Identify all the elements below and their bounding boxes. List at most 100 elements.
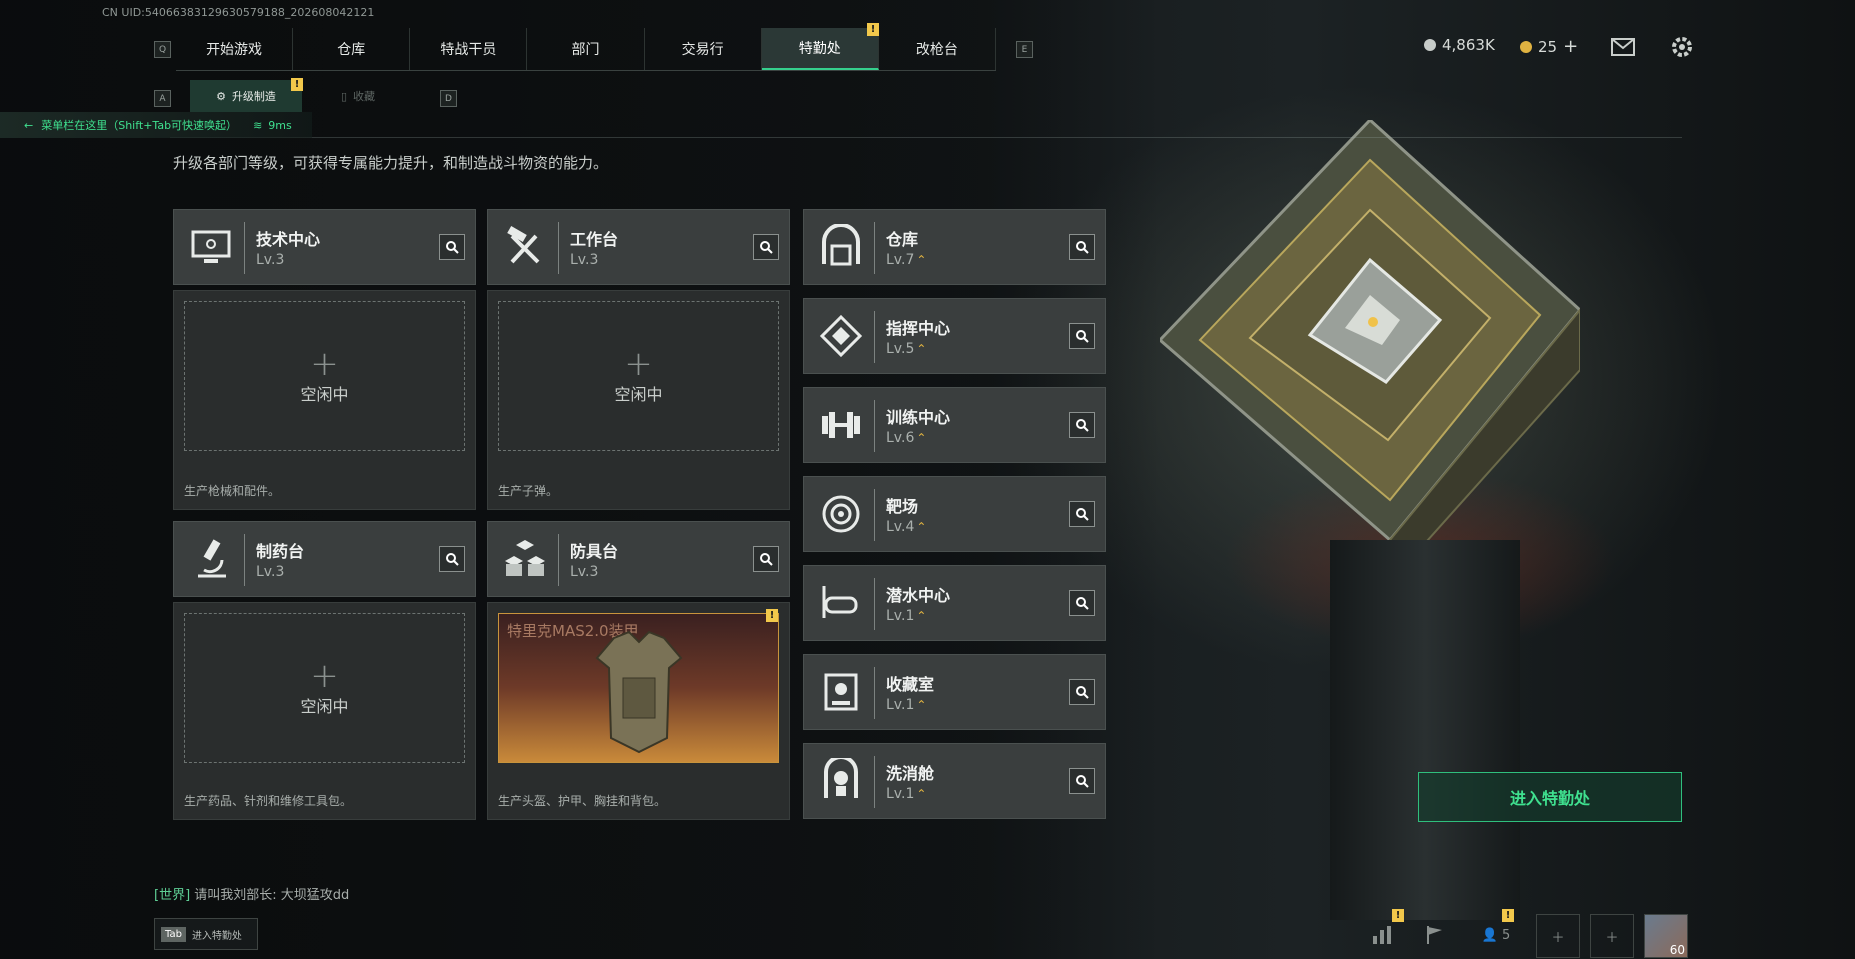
- department-card[interactable]: 收藏室 Lv.1 ⌃: [803, 654, 1106, 730]
- plus-icon: ＋: [1605, 930, 1619, 946]
- subtab-upgrade-craft[interactable]: ⚙ 升级制造: [190, 80, 302, 112]
- production-slot-empty[interactable]: + 空闲中: [184, 613, 465, 763]
- upgrade-arrow-icon: ⌃: [916, 787, 927, 801]
- stats-button[interactable]: !: [1362, 909, 1404, 956]
- currency-coins: 4,863K: [1424, 36, 1495, 54]
- settings-gear-icon[interactable]: [1670, 35, 1694, 59]
- department-level: Lv.1: [886, 608, 915, 624]
- cube-structure-image: [1160, 120, 1580, 540]
- divider: [874, 578, 875, 630]
- frame-line: [170, 137, 1682, 138]
- search-button[interactable]: [1069, 768, 1095, 794]
- tab-key: Tab: [161, 926, 186, 942]
- tab-shortcut-hint[interactable]: Tab 进入特勤处: [154, 918, 258, 950]
- subnav-key-left: A: [154, 90, 171, 107]
- player-avatar[interactable]: 60: [1644, 914, 1688, 958]
- wrench-icon: ⚙: [216, 89, 226, 103]
- divider: [874, 222, 875, 274]
- subnav-key-right: D: [440, 90, 457, 107]
- search-button[interactable]: [1069, 234, 1095, 260]
- tab-warehouse[interactable]: 仓库: [293, 28, 411, 70]
- alert-badge: !: [766, 609, 778, 622]
- add-currency-button[interactable]: +: [1563, 36, 1578, 57]
- department-card[interactable]: 指挥中心 Lv.5 ⌃: [803, 298, 1106, 374]
- subtab-collection[interactable]: ▯ 收藏: [302, 80, 414, 112]
- search-button[interactable]: [439, 234, 465, 260]
- add-slot-button[interactable]: ＋: [1590, 914, 1634, 958]
- department-card[interactable]: 靶场 Lv.4 ⌃: [803, 476, 1106, 552]
- friends-button[interactable]: 👤 5 !: [1466, 909, 1526, 956]
- subtab-label: 收藏: [353, 90, 376, 103]
- upgrade-arrow-icon: ⌃: [916, 431, 927, 445]
- department-card[interactable]: 训练中心 Lv.6 ⌃: [803, 387, 1106, 463]
- search-button[interactable]: [753, 234, 779, 260]
- search-icon: [760, 553, 773, 566]
- production-slot-armor[interactable]: 特里克MAS2.0装甲: [498, 613, 779, 763]
- department-level-row: Lv.1 ⌃: [886, 697, 926, 713]
- slot-status: 空闲中: [614, 385, 663, 404]
- department-name: 防具台: [570, 542, 619, 561]
- tab-market[interactable]: 交易行: [645, 28, 762, 70]
- divider: [874, 667, 875, 719]
- tab-special-ops[interactable]: 特勤处: [761, 28, 879, 70]
- production-description: 生产子弹。: [498, 484, 559, 498]
- department-level: Lv.3: [570, 564, 599, 580]
- page-description: 升级各部门等级，可获得专属能力提升，和制造战斗物资的能力。: [173, 154, 609, 172]
- chat-line: [世界] 请叫我刘部长: 大坝猛攻dd: [154, 884, 349, 903]
- search-button[interactable]: [1069, 679, 1095, 705]
- department-level: Lv.7: [886, 252, 915, 268]
- tab-operators[interactable]: 特战干员: [410, 28, 528, 70]
- command-icon: [819, 314, 863, 358]
- upgrade-arrow-icon: ⌃: [916, 342, 927, 356]
- body-armor-image: [595, 630, 683, 754]
- tab-hint-label: 进入特勤处: [191, 930, 242, 942]
- search-button[interactable]: [753, 546, 779, 572]
- flag-button[interactable]: [1414, 914, 1456, 956]
- search-icon: [446, 241, 459, 254]
- tab-start-game[interactable]: 开始游戏: [176, 28, 294, 70]
- search-button[interactable]: [1069, 590, 1095, 616]
- flag-icon: [1427, 926, 1442, 944]
- department-card[interactable]: 潜水中心 Lv.1 ⌃: [803, 565, 1106, 641]
- add-slot-button[interactable]: ＋: [1536, 914, 1580, 958]
- ping-value: 9ms: [268, 118, 292, 132]
- nav-key-right: E: [1016, 41, 1033, 58]
- department-level: Lv.6: [886, 430, 915, 446]
- plus-icon: ＋: [1551, 930, 1565, 946]
- card-tech-center[interactable]: 技术中心 Lv.3: [173, 209, 476, 285]
- department-name: 洗消舱: [886, 764, 935, 783]
- department-name: 潜水中心: [886, 586, 951, 605]
- premium-value: 25: [1538, 37, 1558, 56]
- search-button[interactable]: [1069, 501, 1095, 527]
- plus-icon: +: [624, 344, 653, 384]
- tab-gunsmith[interactable]: 改枪台: [879, 28, 996, 70]
- wifi-icon: ≋: [253, 118, 263, 132]
- department-name: 技术中心: [256, 230, 321, 249]
- department-level: Lv.5: [886, 341, 915, 357]
- chat-message: 请叫我刘部长: 大坝猛攻dd: [194, 888, 350, 903]
- production-slot-empty[interactable]: + 空闲中: [498, 301, 779, 451]
- diving-mask-icon: [822, 586, 858, 618]
- search-button[interactable]: [439, 546, 465, 572]
- search-button[interactable]: [1069, 323, 1095, 349]
- enter-special-ops-button[interactable]: 进入特勤处: [1418, 772, 1682, 822]
- hazmat-icon: [824, 758, 858, 798]
- collection-icon: ▯: [340, 89, 348, 103]
- background-pillar: [1330, 540, 1520, 920]
- search-button[interactable]: [1069, 412, 1095, 438]
- card-armor-bench[interactable]: 防具台 Lv.3: [487, 521, 790, 597]
- tab-department[interactable]: 部门: [527, 28, 645, 70]
- search-icon: [1076, 775, 1089, 788]
- department-level: Lv.1: [886, 786, 915, 802]
- card-workbench[interactable]: 工作台 Lv.3: [487, 209, 790, 285]
- divider: [874, 400, 875, 452]
- dumbbell-icon: [822, 412, 860, 438]
- mail-icon[interactable]: [1611, 38, 1635, 56]
- department-level: Lv.3: [256, 564, 285, 580]
- card-pharmacy[interactable]: 制药台 Lv.3: [173, 521, 476, 597]
- department-card[interactable]: 洗消舱 Lv.1 ⌃: [803, 743, 1106, 819]
- production-panel-armor: 特里克MAS2.0装甲 ! 生产头盔、护甲、胸挂和背包。: [487, 602, 790, 820]
- department-card[interactable]: 仓库 Lv.7 ⌃: [803, 209, 1106, 285]
- production-slot-empty[interactable]: + 空闲中: [184, 301, 465, 451]
- divider: [874, 756, 875, 808]
